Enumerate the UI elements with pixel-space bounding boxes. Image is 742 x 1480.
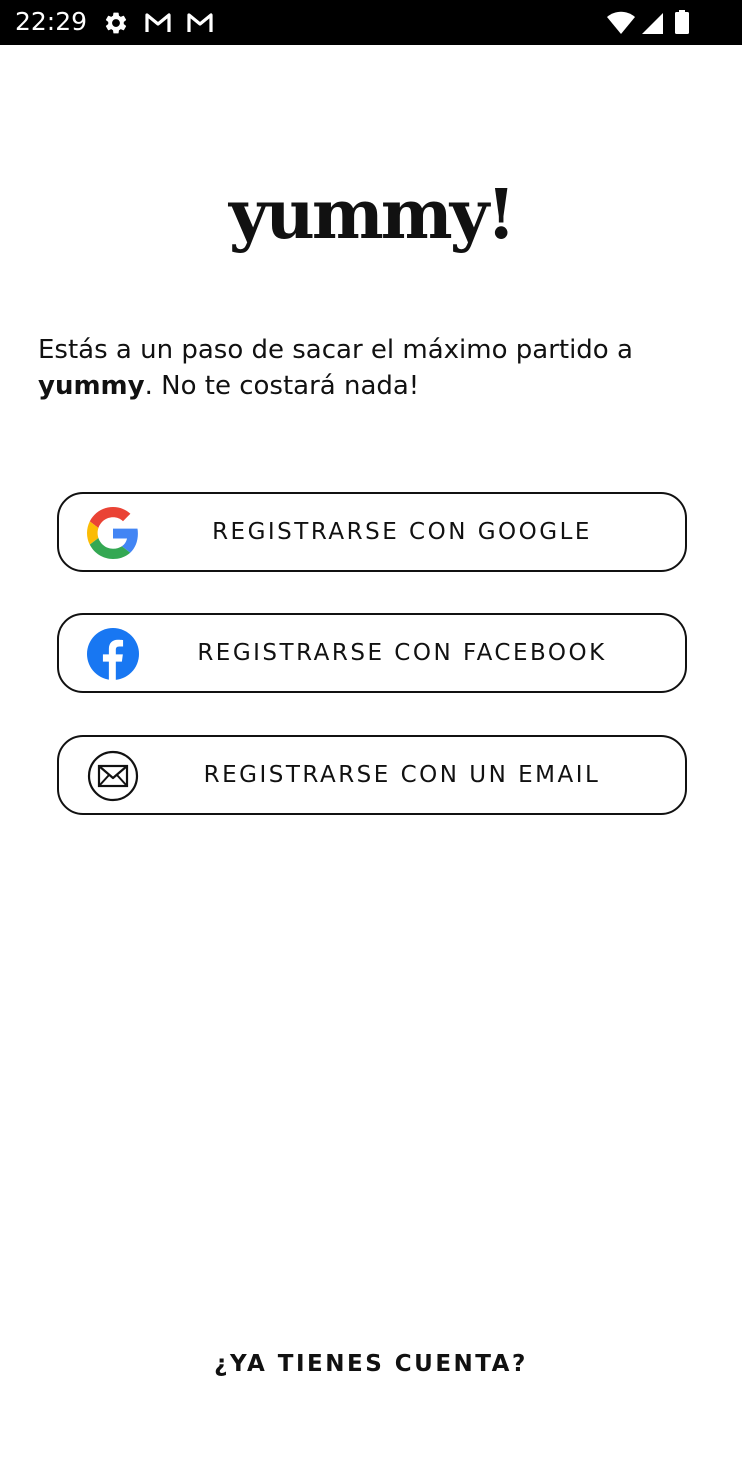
wifi-icon	[606, 10, 635, 36]
register-google-button[interactable]: REGISTRARSE CON GOOGLE	[57, 492, 687, 572]
register-facebook-button[interactable]: REGISTRARSE CON FACEBOOK	[57, 613, 687, 693]
have-account-link[interactable]: ¿YA TIENES CUENTA?	[0, 1342, 742, 1386]
facebook-icon	[87, 628, 139, 680]
settings-icon	[102, 10, 130, 36]
gmail-icon	[144, 10, 172, 36]
intro-text-before: Estás a un paso de sacar el máximo parti…	[38, 335, 633, 365]
register-email-button[interactable]: REGISTRARSE CON UN EMAIL	[57, 735, 687, 815]
email-icon	[87, 750, 139, 802]
gmail-icon	[186, 10, 214, 36]
app-logo: yummy!	[228, 175, 516, 255]
status-bar: 22:29	[0, 0, 742, 45]
battery-icon	[674, 10, 692, 36]
register-google-label: REGISTRARSE CON GOOGLE	[212, 519, 592, 545]
google-icon	[87, 507, 139, 559]
register-email-label: REGISTRARSE CON UN EMAIL	[203, 762, 601, 788]
register-facebook-label: REGISTRARSE CON FACEBOOK	[197, 640, 607, 666]
status-time: 22:29	[15, 7, 88, 36]
intro-brand: yummy	[38, 371, 145, 401]
intro-text-after: . No te costará nada!	[144, 371, 420, 401]
intro-text: Estás a un paso de sacar el máximo parti…	[38, 332, 718, 404]
signal-icon	[640, 10, 668, 36]
